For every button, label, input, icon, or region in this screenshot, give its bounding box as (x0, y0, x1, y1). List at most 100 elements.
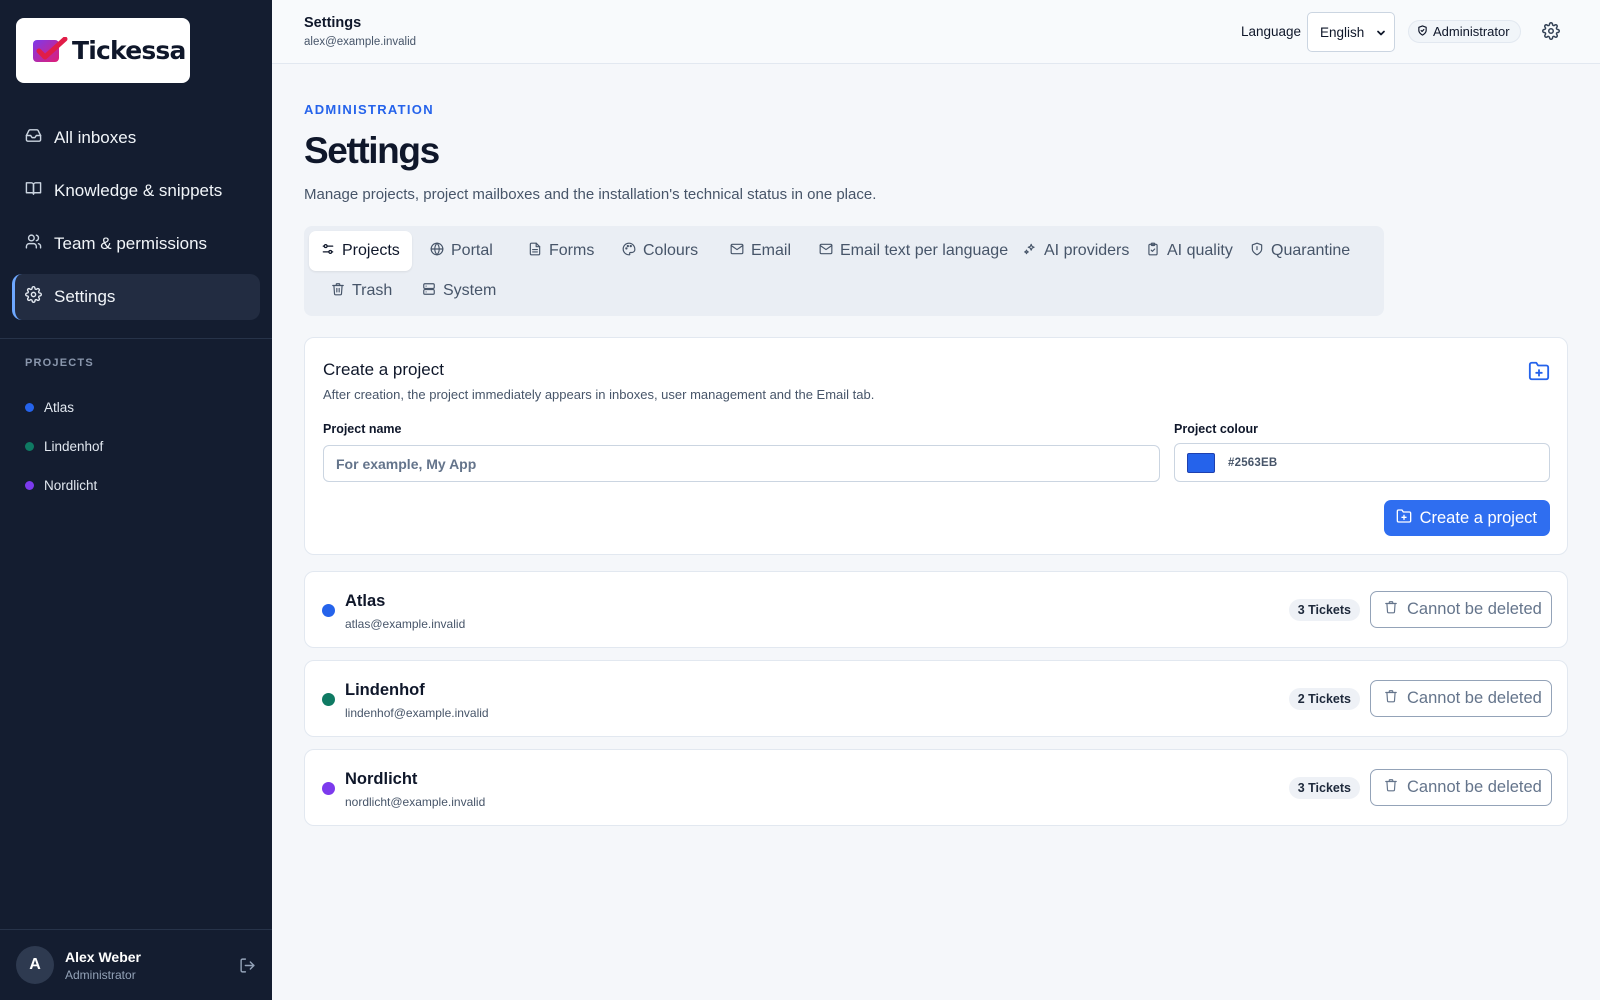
tab-label: AI providers (1044, 242, 1130, 259)
page-eyebrow: ADMINISTRATION (304, 102, 434, 117)
project-name: Lindenhof (44, 439, 104, 454)
page-subtitle: Manage projects, project mailboxes and t… (304, 186, 877, 203)
tab-system[interactable]: System (410, 271, 508, 311)
tab-label: Colours (643, 242, 699, 259)
delete-project-button-disabled[interactable]: Cannot be deleted (1370, 769, 1552, 806)
project-card-name: Lindenhof (345, 681, 425, 699)
colour-swatch (1187, 452, 1215, 473)
tab-label: Forms (549, 242, 595, 259)
ticket-count-badge: 3 Tickets (1288, 599, 1360, 621)
tab-label: Portal (451, 242, 493, 259)
tab-label: Projects (342, 242, 400, 259)
delete-button-label: Cannot be deleted (1407, 600, 1542, 618)
delete-project-button-disabled[interactable]: Cannot be deleted (1370, 680, 1552, 717)
language-select[interactable]: English (1307, 12, 1395, 52)
delete-button-label: Cannot be deleted (1407, 689, 1542, 707)
top-bar-email: alex@example.invalid (304, 36, 417, 48)
project-colour-label: Project colour (1174, 422, 1259, 436)
project-color-dot (25, 403, 34, 412)
create-project-title: Create a project (323, 360, 444, 379)
delete-button-label: Cannot be deleted (1407, 778, 1542, 796)
book-icon (25, 180, 42, 202)
create-project-button[interactable]: Create a project (1383, 500, 1550, 536)
inbox-icon (25, 127, 42, 149)
tab-email[interactable]: Email (718, 231, 803, 271)
mail-icon (819, 242, 833, 261)
project-color-dot (322, 693, 335, 706)
sidebar-project-lindenhof[interactable]: Lindenhof (25, 427, 103, 466)
project-card-name: Nordlicht (345, 770, 418, 788)
shield-icon (1250, 242, 1264, 261)
nav-item-team[interactable]: Team & permissions (12, 221, 260, 267)
logout-icon[interactable] (239, 957, 256, 974)
logo-check-icon (32, 36, 68, 66)
avatar[interactable]: A (16, 946, 54, 984)
tab-label: Email (751, 242, 792, 259)
sparkle-icon (1023, 242, 1037, 261)
project-color-dot (25, 481, 34, 490)
folder-plus-icon (1396, 508, 1412, 529)
tab-email-text-per-language[interactable]: Email text per language (807, 231, 1020, 271)
language-value: English (1320, 24, 1365, 40)
user-profile: A Alex Weber Administrator (0, 929, 272, 1000)
role-badge: Administrator (1408, 20, 1521, 43)
projects-heading: PROJECTS (25, 357, 94, 369)
tab-label: AI quality (1167, 242, 1233, 259)
chevron-down-icon (1375, 27, 1387, 39)
mail-icon (730, 242, 744, 261)
sidebar: Tickessa All inboxes Knowledge & snippet… (0, 0, 272, 1000)
trash-icon (1384, 600, 1398, 619)
nav-item-settings[interactable]: Settings (12, 274, 260, 320)
tab-label: Trash (352, 282, 393, 299)
nav-label: Settings (54, 287, 116, 306)
project-name-label: Project name (323, 422, 402, 436)
project-colour-picker[interactable]: #2563EB (1174, 443, 1550, 482)
project-card-email: nordlicht@example.invalid (345, 795, 486, 809)
tab-ai-providers[interactable]: AI providers (1011, 231, 1141, 271)
trash-icon (331, 282, 345, 301)
brand-name: Tickessa (72, 36, 186, 65)
sidebar-project-atlas[interactable]: Atlas (25, 388, 103, 427)
delete-project-button-disabled[interactable]: Cannot be deleted (1370, 591, 1552, 628)
gear-icon (25, 286, 42, 308)
tab-portal[interactable]: Portal (418, 231, 505, 271)
user-role: Administrator (65, 967, 136, 982)
project-card-email: lindenhof@example.invalid (345, 706, 489, 720)
user-name: Alex Weber (65, 948, 141, 965)
project-name-input[interactable] (323, 445, 1160, 482)
tab-quarantine[interactable]: Quarantine (1238, 231, 1362, 271)
project-card-atlas: Atlas atlas@example.invalid 3 Tickets Ca… (304, 571, 1568, 648)
ticket-count-badge: 2 Tickets (1288, 688, 1360, 710)
role-badge-label: Administrator (1433, 24, 1510, 39)
top-bar: Settings alex@example.invalid Language E… (272, 0, 1600, 64)
users-icon (25, 233, 42, 255)
create-project-card: Create a project After creation, the pro… (304, 337, 1568, 555)
project-name: Nordlicht (44, 478, 98, 493)
sidebar-project-nordlicht[interactable]: Nordlicht (25, 466, 103, 505)
user-info: Alex Weber Administrator (65, 949, 141, 982)
tab-label: Quarantine (1271, 242, 1351, 259)
sidebar-project-list: Atlas Lindenhof Nordlicht (25, 388, 103, 505)
create-project-button-label: Create a project (1419, 508, 1537, 527)
folder-plus-icon (1528, 360, 1550, 382)
sidebar-divider (0, 338, 272, 339)
tab-forms[interactable]: Forms (516, 231, 606, 271)
trash-icon (1384, 689, 1398, 708)
tab-colours[interactable]: Colours (610, 231, 710, 271)
main-nav: All inboxes Knowledge & snippets Team & … (12, 115, 260, 327)
tab-trash[interactable]: Trash (319, 271, 404, 311)
nav-label: All inboxes (54, 128, 137, 147)
sliders-icon (321, 242, 335, 261)
project-name: Atlas (44, 400, 75, 415)
nav-item-knowledge[interactable]: Knowledge & snippets (12, 168, 260, 214)
tab-projects[interactable]: Projects (309, 231, 412, 271)
shield-check-icon (1417, 24, 1428, 39)
project-color-dot (322, 604, 335, 617)
server-icon (422, 282, 436, 301)
nav-item-all-inboxes[interactable]: All inboxes (12, 115, 260, 161)
tab-label: Email text per language (840, 242, 1009, 259)
tab-ai-quality[interactable]: AI quality (1134, 231, 1245, 271)
settings-gear-icon[interactable] (1542, 22, 1560, 40)
brand-logo[interactable]: Tickessa (16, 18, 190, 83)
nav-label: Knowledge & snippets (54, 181, 223, 200)
